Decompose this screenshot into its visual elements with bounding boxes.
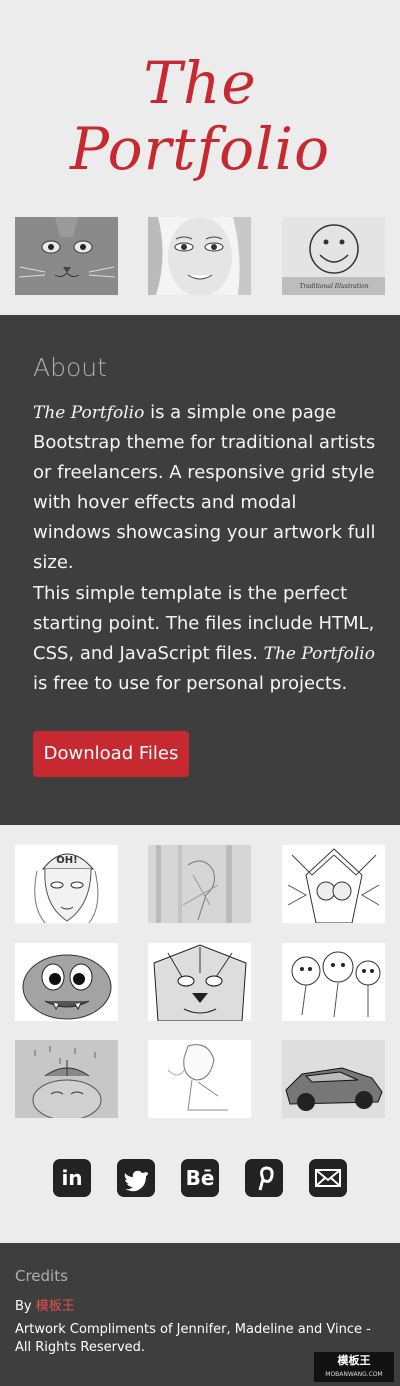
about-text-3: is free to use for personal projects. xyxy=(33,673,348,694)
cap-text: OH! xyxy=(56,855,77,866)
gallery-item[interactable] xyxy=(148,1040,251,1118)
logo-line2: Portfolio xyxy=(69,115,331,183)
monster-drawing-icon xyxy=(15,943,118,1021)
logo-line1: The xyxy=(143,49,257,117)
pinterest-p-icon xyxy=(258,1166,274,1191)
girl-portrait-drawing-icon xyxy=(148,217,251,295)
watermark-text: 模板王 xyxy=(337,1354,371,1367)
cartoon-girls-drawing-icon xyxy=(282,943,385,1021)
tribal-figure-drawing-icon xyxy=(282,845,385,923)
smiley-drawing-thumb[interactable]: Traditional Illustration xyxy=(282,217,385,295)
gallery-item[interactable] xyxy=(15,943,118,1021)
download-files-button[interactable]: Download Files xyxy=(33,731,189,777)
about-text-1: is a simple one page Bootstrap theme for… xyxy=(33,402,376,573)
by-prefix: By xyxy=(15,1299,36,1314)
about-heading: About xyxy=(33,353,107,382)
rain-face-drawing-icon xyxy=(15,1040,118,1118)
anime-girl-drawing-icon xyxy=(148,1040,251,1118)
gallery-item[interactable]: OH! xyxy=(15,845,118,923)
gallery-item[interactable] xyxy=(15,1040,118,1118)
watermark-url: MOBANWANG.COM xyxy=(325,1371,383,1378)
linkedin-icon[interactable]: in xyxy=(53,1159,91,1197)
mail-icon[interactable] xyxy=(309,1159,347,1197)
twitter-bird-icon xyxy=(124,1170,148,1192)
gallery-item[interactable] xyxy=(148,845,251,923)
site-logo[interactable]: The Portfolio xyxy=(0,50,400,182)
by-link[interactable]: 模板王 xyxy=(36,1299,75,1314)
about-paragraph-1: The Portfolio is a simple one page Boots… xyxy=(33,398,377,578)
cat-drawing-icon xyxy=(15,217,118,295)
smiley-caption: Traditional Illustration xyxy=(299,283,368,290)
brand-inline: The Portfolio xyxy=(33,403,145,423)
watermark-logo: 模板王 MOBANWANG.COM xyxy=(314,1352,394,1382)
sketch-drawing-icon xyxy=(148,845,251,923)
lion-drawing-icon xyxy=(148,943,251,1021)
cat-drawing-thumb[interactable] xyxy=(15,217,118,295)
brand-inline: The Portfolio xyxy=(263,644,375,664)
gallery-item[interactable] xyxy=(282,943,385,1021)
sports-car-drawing-icon xyxy=(282,1040,385,1118)
pinterest-icon[interactable] xyxy=(245,1159,283,1197)
girl-cap-drawing-icon: OH! xyxy=(15,845,118,923)
envelope-icon xyxy=(315,1169,341,1187)
girl-portrait-thumb[interactable] xyxy=(148,217,251,295)
twitter-icon[interactable] xyxy=(117,1159,155,1197)
gallery-item[interactable] xyxy=(282,845,385,923)
credits-heading: Credits xyxy=(15,1267,68,1285)
about-paragraph-2: This simple template is the perfect star… xyxy=(33,579,377,699)
smiley-drawing-icon: Traditional Illustration xyxy=(282,217,385,295)
credits-by: By 模板王 xyxy=(15,1295,75,1314)
behance-icon[interactable]: Bē xyxy=(181,1159,219,1197)
gallery-item[interactable] xyxy=(148,943,251,1021)
gallery-item[interactable] xyxy=(282,1040,385,1118)
